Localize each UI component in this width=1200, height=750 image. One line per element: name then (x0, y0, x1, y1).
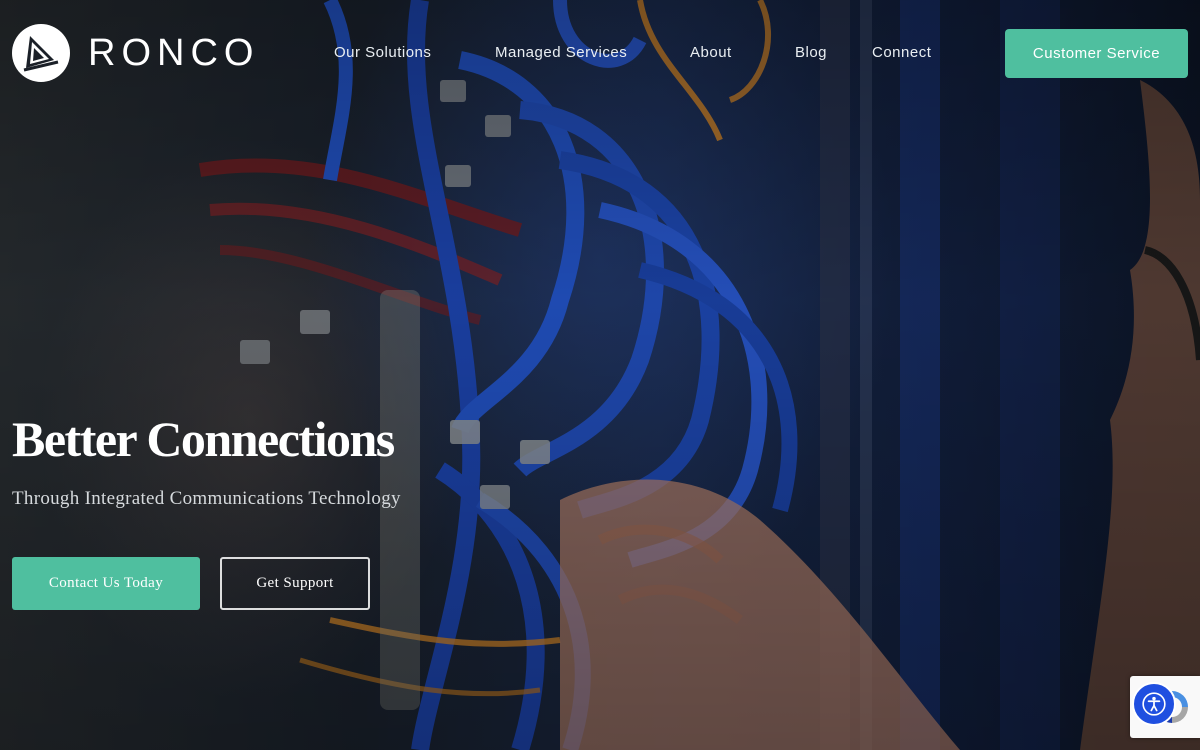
nav-managed-services[interactable]: Managed Services (495, 44, 627, 61)
contact-us-button[interactable]: Contact Us Today (12, 557, 200, 610)
hero-subtitle: Through Integrated Communications Techno… (12, 488, 401, 509)
ronco-logo-icon (12, 24, 70, 82)
nav-connect[interactable]: Connect (872, 44, 931, 61)
customer-service-button[interactable]: Customer Service (1005, 29, 1188, 78)
brand-logo[interactable]: RONCO (12, 24, 259, 82)
site-header: RONCO Our Solutions Managed Services Abo… (0, 0, 1200, 108)
accessibility-button[interactable] (1132, 682, 1176, 726)
hero-overlay (0, 0, 1200, 750)
nav-blog[interactable]: Blog (795, 44, 827, 61)
hero-title: Better Connections (12, 411, 395, 467)
brand-name: RONCO (88, 31, 260, 74)
get-support-button[interactable]: Get Support (220, 557, 370, 610)
hero-section: RONCO Our Solutions Managed Services Abo… (0, 0, 1200, 750)
accessibility-icon (1142, 692, 1166, 716)
nav-our-solutions[interactable]: Our Solutions (334, 44, 431, 61)
nav-about[interactable]: About (690, 44, 732, 61)
